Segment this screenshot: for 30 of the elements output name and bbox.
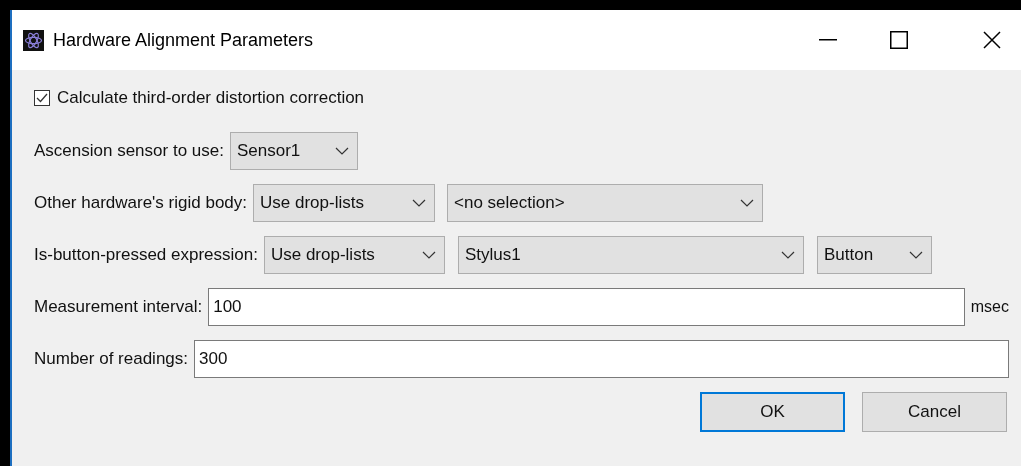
input-field[interactable]: 300: [194, 340, 1009, 378]
checkmark-icon: [36, 93, 48, 103]
chevron-down-icon: [780, 251, 795, 259]
dropdown[interactable]: <no selection>: [447, 184, 763, 222]
dialog-button[interactable]: Cancel: [862, 392, 1007, 432]
atom-icon: [23, 29, 44, 51]
close-icon[interactable]: [983, 31, 1001, 49]
field-label: Number of readings:: [34, 348, 189, 371]
dropdown[interactable]: Sensor1: [229, 132, 358, 170]
window-title: Hardware Alignment Parameters: [53, 28, 314, 52]
checkbox-label: Calculate third-order distortion correction: [57, 87, 365, 110]
chevron-down-icon: [412, 199, 426, 207]
field-label: Is-button-pressed expression:: [34, 244, 258, 267]
maximize-icon[interactable]: [890, 31, 908, 49]
chevron-down-icon: [421, 251, 436, 259]
chevron-down-icon: [740, 199, 754, 207]
dropdown[interactable]: Use drop-lists: [253, 184, 435, 222]
dropdown[interactable]: Button: [816, 236, 932, 274]
minimize-icon[interactable]: [819, 39, 837, 41]
chevron-down-icon: [334, 147, 349, 155]
dropdown[interactable]: Stylus1: [457, 236, 804, 274]
field-label: Ascension sensor to use:: [34, 140, 224, 163]
checkbox[interactable]: [34, 90, 50, 106]
dialog-button[interactable]: OK: [700, 392, 845, 432]
chevron-down-icon: [908, 251, 923, 259]
field-label: Measurement interval:: [34, 296, 203, 319]
dropdown[interactable]: Use drop-lists: [263, 236, 445, 274]
input-field[interactable]: 100: [208, 288, 965, 326]
field-label: Other hardware's rigid body:: [34, 192, 247, 215]
unit-label: msec: [970, 297, 1009, 317]
